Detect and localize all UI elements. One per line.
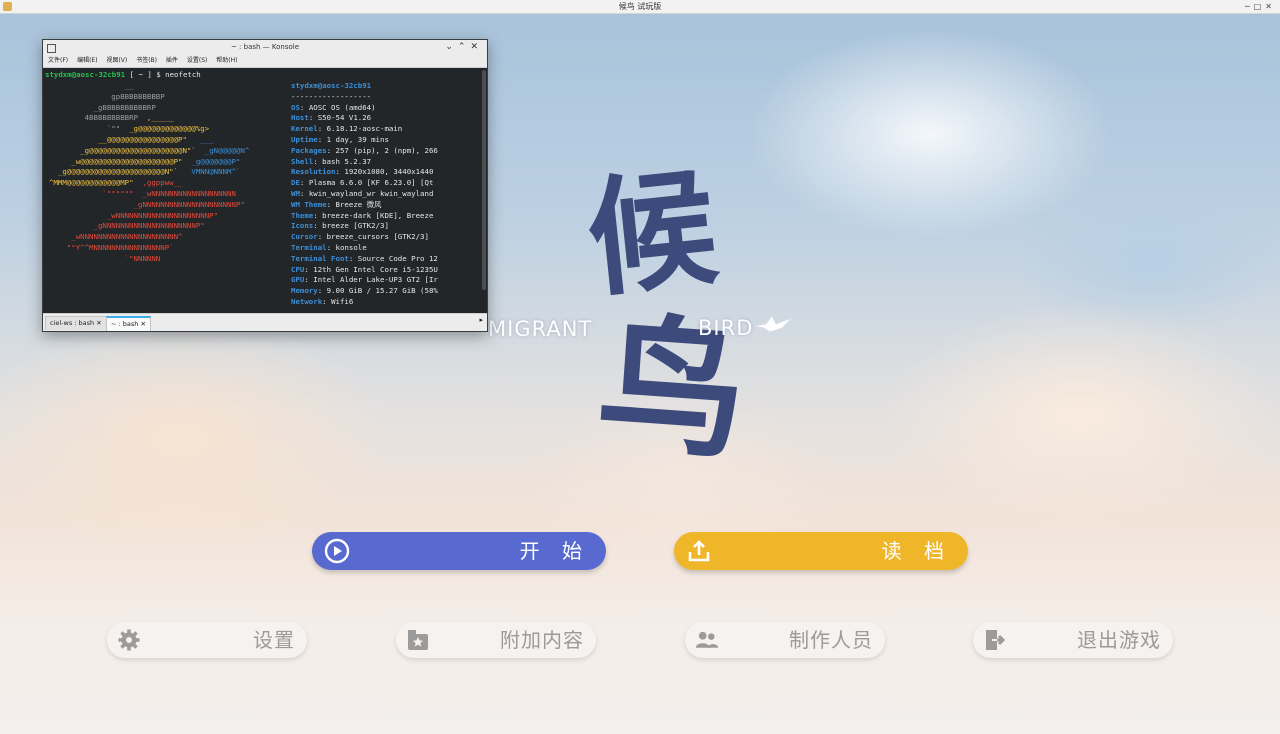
neofetch-separator: ------------------ [291, 91, 372, 101]
load-label: 读 档 [881, 539, 952, 563]
logo-char-1: 候 [580, 152, 724, 316]
credits-label: 制作人员 [789, 628, 873, 652]
close-icon[interactable]: ✕ [96, 319, 101, 327]
minimize-icon[interactable]: ─ [1245, 2, 1254, 11]
exit-game-label: 退出游戏 [1077, 628, 1161, 652]
maximize-icon[interactable]: □ [1254, 2, 1266, 11]
konsole-window-controls[interactable]: ⌄⌃✕ [445, 40, 483, 55]
menu-item-view[interactable]: 视图(V) [106, 57, 127, 64]
credits-button[interactable]: 制作人员 [685, 622, 885, 658]
menu-item-file[interactable]: 文件(F) [48, 57, 68, 64]
konsole-menu-bar: 文件(F) 编辑(E) 视图(V) 书签(B) 插件 设置(S) 帮助(H) [43, 55, 487, 68]
konsole-tab-bar: ciel-ws : bash ✕ ~ : bash ✕ ▸ [43, 313, 487, 331]
menu-item-bookmarks[interactable]: 书签(B) [136, 57, 157, 64]
extra-content-button[interactable]: 附加内容 [396, 622, 596, 658]
close-icon[interactable]: ✕ [1265, 2, 1276, 11]
neofetch-info: stydxm@aosc-32cb91 ------------------ OS… [291, 81, 438, 306]
terminal-screen[interactable]: stydxm@aosc-32cb91 [ ~ ] $ neofetch __ g… [43, 68, 481, 313]
window-controls[interactable]: ─□✕ [1245, 0, 1276, 13]
menu-item-help[interactable]: 帮助(H) [216, 57, 237, 64]
paper-bird-icon [753, 315, 793, 333]
tab-ciel-ws-bash[interactable]: ciel-ws : bash ✕ [45, 316, 107, 330]
users-icon [695, 631, 719, 648]
start-button[interactable]: 开 始 [312, 532, 606, 570]
play-icon [324, 538, 350, 564]
menu-item-plugins[interactable]: 插件 [166, 57, 178, 64]
load-button[interactable]: 读 档 [674, 532, 968, 570]
aosc-ascii-logo: __ gpBBBBBBBBBP _gBBBBBBBBBBRP 4BBBBBBBB… [49, 81, 250, 263]
window-title: 候鸟 试玩版 [618, 2, 662, 11]
neofetch-host: stydxm@aosc-32cb91 [291, 81, 372, 90]
konsole-title: ~ : bash — Konsole [230, 43, 300, 51]
tab-home-bash[interactable]: ~ : bash ✕ [106, 316, 151, 331]
chevron-up-icon[interactable]: ⌃ [458, 42, 471, 52]
start-label: 开 始 [519, 539, 590, 563]
logo-en-bird: BIRD [698, 316, 754, 340]
tab-menu-icon[interactable]: ▸ [479, 316, 483, 324]
menu-item-settings[interactable]: 设置(S) [187, 57, 208, 64]
menu-item-edit[interactable]: 编辑(E) [77, 57, 97, 64]
terminal-prompt: stydxm@aosc-32cb91 [ ~ ] $ neofetch [45, 70, 201, 79]
extra-content-label: 附加内容 [500, 628, 584, 652]
exit-door-icon [986, 630, 1006, 650]
box-star-icon [408, 630, 428, 650]
window-title-bar: 候鸟 试玩版 ─□✕ [0, 0, 1280, 14]
konsole-title-bar[interactable]: ~ : bash — Konsole ⌄⌃✕ [43, 40, 487, 55]
settings-button[interactable]: 设置 [107, 622, 307, 658]
terminal-scrollbar[interactable] [482, 70, 486, 290]
settings-label: 设置 [253, 628, 295, 652]
exit-game-button[interactable]: 退出游戏 [973, 622, 1173, 658]
logo-en-migrant: MIGRANT [488, 317, 593, 341]
upload-icon [688, 540, 710, 562]
chevron-down-icon[interactable]: ⌄ [445, 42, 458, 52]
close-icon[interactable]: ✕ [470, 42, 483, 52]
konsole-window[interactable]: ~ : bash — Konsole ⌄⌃✕ 文件(F) 编辑(E) 视图(V)… [42, 39, 488, 332]
gear-icon [118, 629, 140, 651]
close-icon[interactable]: ✕ [140, 320, 145, 328]
